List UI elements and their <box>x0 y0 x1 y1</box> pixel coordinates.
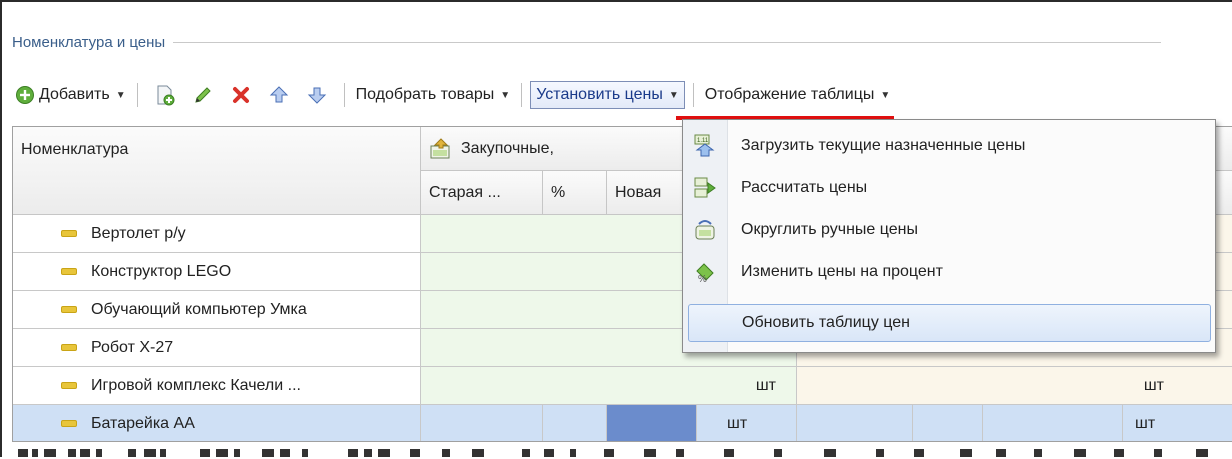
group-title: Номенклатура и цены <box>12 34 166 51</box>
group-rule <box>173 42 1162 43</box>
sale-new-price-cell[interactable] <box>983 405 1123 441</box>
set-prices-dropdown-arrow-icon[interactable]: ▼ <box>669 90 679 101</box>
pick-goods-label: Подобрать товары <box>355 86 495 103</box>
item-name: Робот X-27 <box>91 338 174 356</box>
pick-dropdown-arrow-icon[interactable]: ▼ <box>500 90 510 101</box>
menu-item-round-prices[interactable]: Округлить ручные цены <box>683 210 1215 250</box>
clipped-bottom-edge <box>4 446 1232 459</box>
item-marker-icon <box>61 344 77 351</box>
item-marker-icon <box>61 230 77 237</box>
table-row-name-cell[interactable]: Вертолет р/у <box>13 215 421 253</box>
item-name: Конструктор LEGO <box>91 262 232 280</box>
move-down-button[interactable] <box>304 82 330 108</box>
move-up-button[interactable] <box>266 82 292 108</box>
column-header-percent[interactable]: % <box>543 171 607 215</box>
arrow-down-icon <box>307 87 326 104</box>
table-display-button[interactable]: Отображение таблицы ▼ <box>702 81 894 109</box>
menu-item-label: Загрузить текущие назначенные цены <box>741 137 1026 154</box>
table-row-name-cell[interactable]: Конструктор LEGO <box>13 253 421 291</box>
sale-percent-cell[interactable] <box>913 405 983 441</box>
form-frame: Номенклатура и цены Добавить ▼ Подобрать… <box>0 0 1232 457</box>
unit-label: шт <box>755 376 776 394</box>
add-icon <box>16 86 34 104</box>
set-prices-dropdown-menu: 1.11 Загрузить текущие назначенные цены … <box>682 119 1216 353</box>
item-marker-icon <box>61 382 77 389</box>
item-name: Вертолет р/у <box>91 224 186 242</box>
old-price-cell[interactable] <box>421 405 543 441</box>
percent-cell[interactable] <box>543 405 607 441</box>
item-marker-icon <box>61 420 77 427</box>
table-row-name-cell[interactable]: Батарейка АА <box>13 405 421 441</box>
svg-text:1.11: 1.11 <box>697 138 709 144</box>
menu-item-label: Рассчитать цены <box>741 179 868 196</box>
sale-prices-cell[interactable]: шт <box>797 367 1232 405</box>
column-header-label: Номенклатура <box>21 141 129 158</box>
unit-cell-right[interactable]: шт <box>1123 405 1232 441</box>
column-group-label: Закупочные, <box>461 139 554 157</box>
display-dropdown-arrow-icon[interactable]: ▼ <box>880 90 890 101</box>
menu-item-calculate-prices[interactable]: Рассчитать цены <box>683 168 1215 208</box>
table-display-label: Отображение таблицы <box>704 86 875 103</box>
percent-change-icon: % <box>683 261 727 283</box>
toolbar: Добавить ▼ Подобрать товары ▼ Установить… <box>12 78 893 112</box>
new-price-cell[interactable] <box>607 405 697 441</box>
purchase-prices-icon <box>430 137 450 158</box>
unit-label: шт <box>1143 376 1164 394</box>
menu-item-change-prices-percent[interactable]: % Изменить цены на процент <box>683 252 1215 292</box>
item-marker-icon <box>61 268 77 275</box>
table-row-name-cell[interactable]: Игровой комплекс Качели ... <box>13 367 421 405</box>
group-header: Номенклатура и цены <box>12 34 1162 51</box>
delete-row-button[interactable] <box>228 82 254 108</box>
sale-price-cell[interactable] <box>797 405 913 441</box>
toolbar-separator <box>343 83 345 107</box>
add-dropdown-arrow-icon[interactable]: ▼ <box>116 90 126 101</box>
unit-cell[interactable]: шт <box>697 405 797 441</box>
menu-item-load-prices[interactable]: 1.11 Загрузить текущие назначенные цены <box>683 126 1215 166</box>
item-name: Игровой комплекс Качели ... <box>91 376 301 394</box>
svg-text:%: % <box>698 274 707 283</box>
copy-document-icon <box>157 85 175 106</box>
edit-row-button[interactable] <box>190 82 216 108</box>
menu-item-label: Округлить ручные цены <box>741 221 918 238</box>
round-prices-icon <box>683 219 727 241</box>
arrow-up-icon <box>269 86 288 103</box>
item-name: Обучающий компьютер Умка <box>91 300 307 318</box>
delete-x-icon <box>232 87 249 103</box>
purchase-prices-cell[interactable]: шт <box>421 367 797 405</box>
set-prices-button[interactable]: Установить цены ▼ <box>530 81 685 109</box>
pick-goods-button[interactable]: Подобрать товары ▼ <box>353 81 514 109</box>
item-marker-icon <box>61 306 77 313</box>
load-prices-icon: 1.11 <box>683 134 727 158</box>
column-header-label: Старая ... <box>429 183 501 201</box>
item-name: Батарейка АА <box>91 414 195 432</box>
toolbar-separator <box>521 83 523 107</box>
add-button-label: Добавить <box>39 86 110 103</box>
column-header-label: Новая <box>615 183 662 201</box>
toolbar-separator <box>692 83 694 107</box>
calculate-prices-icon <box>683 177 727 199</box>
column-header-old-price[interactable]: Старая ... <box>421 171 543 215</box>
set-prices-label: Установить цены <box>536 86 663 103</box>
column-header-label: % <box>551 183 566 201</box>
menu-item-refresh-prices-table[interactable]: Обновить таблицу цен <box>688 304 1211 342</box>
menu-item-label: Изменить цены на процент <box>741 263 943 280</box>
add-button[interactable]: Добавить ▼ <box>12 81 129 109</box>
table-row-name-cell[interactable]: Обучающий компьютер Умка <box>13 291 421 329</box>
copy-row-button[interactable] <box>152 82 178 108</box>
menu-item-label: Обновить таблицу цен <box>742 314 910 331</box>
pencil-icon <box>194 87 211 103</box>
column-header-nomenclature[interactable]: Номенклатура <box>13 127 421 215</box>
table-row-name-cell[interactable]: Робот X-27 <box>13 329 421 367</box>
toolbar-separator <box>136 83 138 107</box>
